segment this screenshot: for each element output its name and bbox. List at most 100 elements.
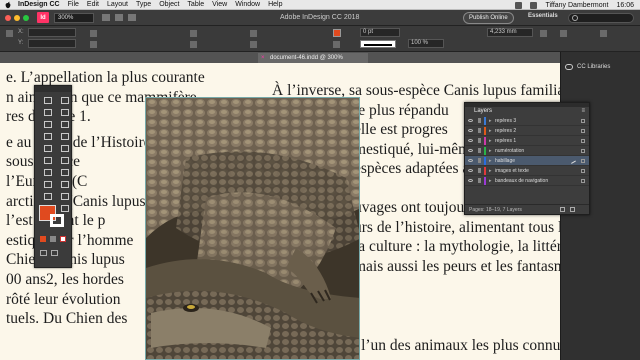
layer-row[interactable]: ▸ numérotation bbox=[465, 146, 589, 156]
wifi-icon[interactable] bbox=[515, 1, 523, 9]
crocodile-photo[interactable] bbox=[145, 97, 360, 360]
selection-tool-icon[interactable] bbox=[41, 95, 53, 104]
gradient-tool-icon[interactable] bbox=[41, 179, 53, 188]
scale-field[interactable]: 100 % bbox=[408, 39, 444, 48]
gap-tool-icon[interactable] bbox=[58, 107, 70, 116]
menu-object[interactable]: Object bbox=[159, 1, 179, 8]
layers-tab[interactable]: Layers bbox=[474, 108, 492, 114]
y-position-field[interactable] bbox=[28, 39, 76, 48]
pencil-tool-icon[interactable] bbox=[58, 143, 70, 152]
type-tool-icon[interactable] bbox=[41, 131, 53, 140]
target-square-icon[interactable] bbox=[581, 129, 585, 133]
expand-arrow-icon[interactable]: ▸ bbox=[489, 178, 492, 184]
expand-arrow-icon[interactable]: ▸ bbox=[489, 128, 492, 134]
free-transform-tool-icon[interactable] bbox=[58, 167, 70, 176]
lock-icon[interactable] bbox=[478, 178, 481, 183]
note-tool-icon[interactable] bbox=[58, 179, 70, 188]
preview-mode-icon[interactable] bbox=[51, 250, 58, 256]
stroke-type-selector[interactable] bbox=[360, 40, 396, 48]
lock-icon[interactable] bbox=[478, 138, 481, 143]
line-tool-icon[interactable] bbox=[58, 131, 70, 140]
swap-colors-icon[interactable] bbox=[58, 203, 70, 212]
stroke-color-box[interactable] bbox=[50, 214, 64, 227]
rotate-icon[interactable] bbox=[190, 30, 197, 37]
shear-icon[interactable] bbox=[190, 41, 197, 48]
menu-window[interactable]: Window bbox=[235, 1, 260, 8]
visibility-eye-icon[interactable] bbox=[468, 129, 473, 132]
layer-row[interactable]: ▸ repères 1 bbox=[465, 136, 589, 146]
direct-selection-tool-icon[interactable] bbox=[58, 95, 70, 104]
screen-mode-icon[interactable] bbox=[115, 14, 123, 21]
new-layer-icon[interactable] bbox=[560, 207, 565, 212]
stroke-offset-field[interactable]: 4,233 mm bbox=[487, 28, 533, 37]
delete-layer-icon[interactable] bbox=[570, 207, 575, 212]
menu-edit[interactable]: Edit bbox=[87, 1, 99, 8]
target-square-icon[interactable] bbox=[581, 119, 585, 123]
close-icon[interactable]: × bbox=[261, 55, 265, 61]
visibility-eye-icon[interactable] bbox=[468, 119, 473, 122]
minimize-window-button[interactable] bbox=[14, 14, 20, 21]
stroke-color-swatch[interactable] bbox=[333, 41, 340, 48]
visibility-eye-icon[interactable] bbox=[468, 149, 473, 152]
layer-row[interactable]: ▸ images et texte bbox=[465, 166, 589, 176]
target-square-icon[interactable] bbox=[581, 169, 585, 173]
eyedropper-tool-icon[interactable] bbox=[41, 191, 53, 200]
layer-row[interactable]: ▸ habillage bbox=[465, 156, 589, 166]
menu-app-name[interactable]: InDesign CC bbox=[18, 1, 60, 8]
stroke-weight-field[interactable]: 0 pt bbox=[360, 28, 400, 37]
visibility-eye-icon[interactable] bbox=[468, 179, 473, 182]
visibility-eye-icon[interactable] bbox=[468, 159, 473, 162]
clock[interactable]: 16:06 bbox=[616, 2, 634, 9]
menu-layout[interactable]: Layout bbox=[107, 1, 128, 8]
target-square-icon[interactable] bbox=[581, 149, 585, 153]
lock-icon[interactable] bbox=[478, 148, 481, 153]
zoom-level-field[interactable]: 300% bbox=[54, 12, 94, 23]
apply-none-icon[interactable] bbox=[60, 236, 66, 242]
effects-icon[interactable] bbox=[540, 30, 547, 37]
battery-icon[interactable] bbox=[530, 1, 538, 9]
scissors-tool-icon[interactable] bbox=[41, 167, 53, 176]
search-input[interactable] bbox=[568, 13, 634, 23]
cc-libraries-tab[interactable]: CC Libraries bbox=[577, 64, 610, 70]
normal-mode-icon[interactable] bbox=[40, 250, 47, 256]
apply-gradient-icon[interactable] bbox=[50, 236, 56, 242]
rectangle-tool-icon[interactable] bbox=[58, 155, 70, 164]
user-name[interactable]: Tiffany Dambermont bbox=[545, 2, 608, 9]
menu-type[interactable]: Type bbox=[136, 1, 151, 8]
expand-arrow-icon[interactable]: ▸ bbox=[489, 118, 492, 124]
flip-horizontal-icon[interactable] bbox=[250, 30, 257, 37]
workspace-switcher[interactable]: Essentials bbox=[528, 13, 558, 19]
expand-arrow-icon[interactable]: ▸ bbox=[489, 138, 492, 144]
content-collector-icon[interactable] bbox=[41, 119, 53, 128]
pen-tool-icon[interactable] bbox=[41, 143, 53, 152]
apple-icon[interactable] bbox=[4, 1, 12, 9]
reference-point-icon[interactable] bbox=[6, 30, 13, 37]
target-square-icon[interactable] bbox=[581, 139, 585, 143]
menu-table[interactable]: Table bbox=[187, 1, 204, 8]
lock-icon[interactable] bbox=[478, 128, 481, 133]
lock-icon[interactable] bbox=[478, 168, 481, 173]
expand-arrow-icon[interactable]: ▸ bbox=[489, 168, 492, 174]
apply-color-icon[interactable] bbox=[40, 236, 46, 242]
target-square-icon[interactable] bbox=[581, 159, 585, 163]
hand-tool-icon[interactable] bbox=[58, 191, 70, 200]
visibility-eye-icon[interactable] bbox=[468, 139, 473, 142]
lock-icon[interactable] bbox=[478, 118, 481, 123]
text-wrap-icon[interactable] bbox=[560, 30, 567, 37]
flip-vertical-icon[interactable] bbox=[250, 41, 257, 48]
page-tool-icon[interactable] bbox=[41, 107, 53, 116]
panel-menu-icon[interactable] bbox=[600, 30, 607, 37]
layer-row[interactable]: ▸ repères 2 bbox=[465, 126, 589, 136]
arrange-documents-icon[interactable] bbox=[128, 14, 136, 21]
content-placer-icon[interactable] bbox=[58, 119, 70, 128]
publish-online-button[interactable]: Publish Online bbox=[463, 12, 514, 24]
zoom-window-button[interactable] bbox=[23, 14, 29, 21]
expand-arrow-icon[interactable]: ▸ bbox=[489, 148, 492, 154]
layer-row[interactable]: ▸ bandeaux de navigation bbox=[465, 176, 589, 186]
expand-arrow-icon[interactable]: ▸ bbox=[489, 158, 492, 164]
rectangle-frame-tool-icon[interactable] bbox=[41, 155, 53, 164]
menu-file[interactable]: File bbox=[68, 1, 79, 8]
target-square-icon[interactable] bbox=[581, 179, 585, 183]
layer-row[interactable]: ▸ repères 3 bbox=[465, 116, 589, 126]
menu-help[interactable]: Help bbox=[268, 1, 282, 8]
